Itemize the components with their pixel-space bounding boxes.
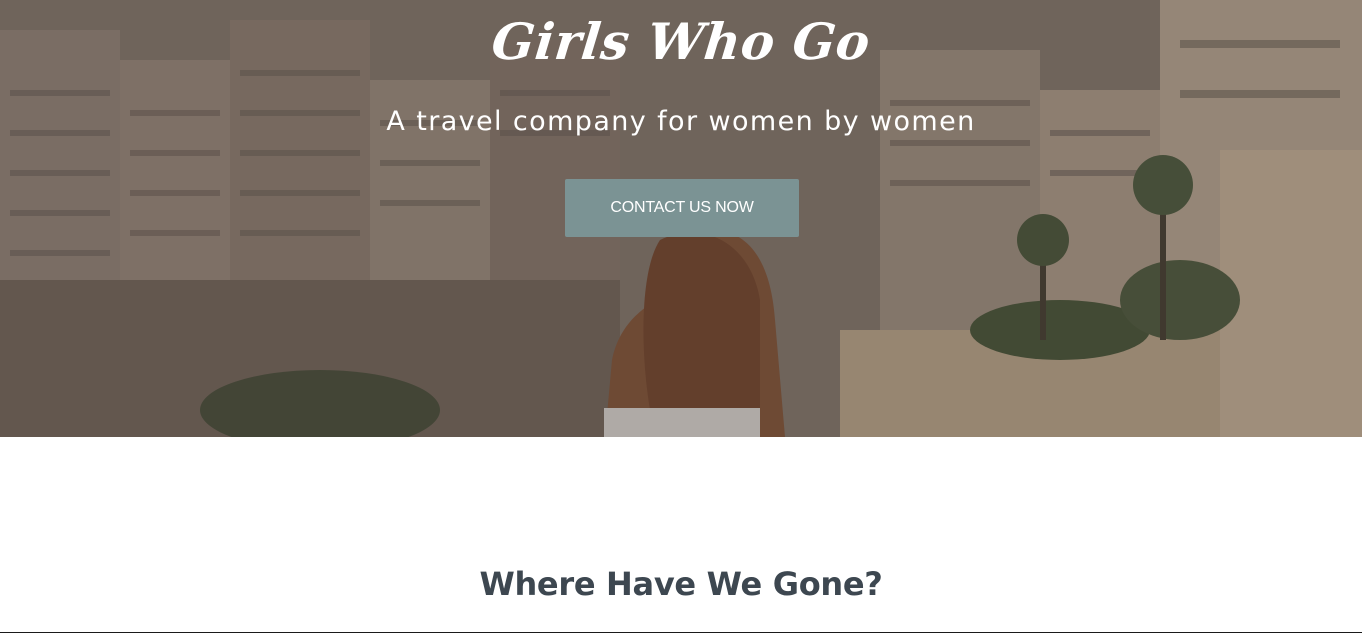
hero-subtitle: A travel company for women by women	[386, 106, 976, 137]
page: Girls Who Go A travel company for women …	[0, 0, 1362, 633]
section-heading: Where Have We Gone?	[479, 565, 883, 603]
site-title: Girls Who Go	[488, 12, 874, 71]
contact-us-button[interactable]: CONTACT US NOW	[565, 179, 799, 237]
hero-banner: Girls Who Go A travel company for women …	[0, 0, 1362, 437]
